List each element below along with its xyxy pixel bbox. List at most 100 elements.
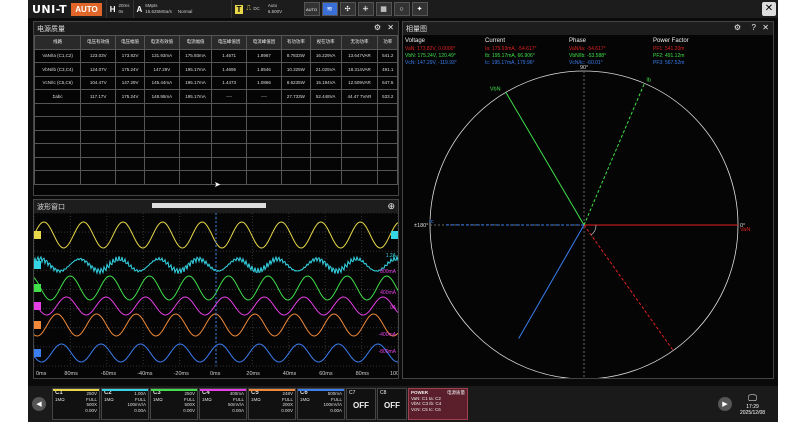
chevron-left-icon[interactable]: ◀ [32,397,46,411]
channel-offset: 0.00A [134,407,146,413]
horizontal-label: H [109,4,116,14]
time-tick-label: 80ms [356,371,370,377]
trigger-settings[interactable]: T ⎍ DC Auto 6.500V [230,0,303,18]
table-cell: 27.733W [280,89,311,104]
channel-impedance: 1MΩ [153,396,163,402]
channel-box-c6[interactable]: C6 500mA 1MΩ FULL 100mV/A 0.00A [297,388,345,420]
time-tick-label: -20ms [174,371,190,377]
angle-label: 90° [580,65,588,71]
table-cell [280,102,311,117]
power-quality-panel: 电源质量 ⚙ ✕ 线路 电压有效值 电压幅值 电流有效值 电流幅值 电压峰值因 电流峰值因有… [33,21,399,196]
math-icon[interactable]: ⁜ [357,2,374,16]
table-cell [377,143,398,158]
help-icon[interactable]: ? [752,23,756,32]
channel-marker[interactable] [34,302,41,310]
waveform-title: 波形窗口 [37,203,65,211]
screen-icon[interactable]: 🖵 [740,393,765,404]
oscilloscope-screen: UNI-T AUTO H 20ms 0s A 5Mpts 15.625MSa/s N… [28,0,778,422]
table-cell [280,129,311,144]
zoom-icon[interactable]: ⊕ [387,201,395,212]
gear-icon[interactable]: ⚙ [374,23,381,32]
table-cell [178,156,213,171]
measure-icon[interactable]: ✣ [339,2,356,16]
table-cell [246,129,282,144]
vector-label: Ic [429,219,434,225]
column-header: 电压幅值 [115,35,145,50]
waveform-mode-icon[interactable]: ≋ [321,2,338,16]
column-header: 电流有效值 [143,35,180,50]
channel-box-c4[interactable]: C4 400mA 1MΩ FULL 50mV/A 0.00A [199,388,247,420]
channel-box-c5[interactable]: C5 248V 1MΩ FULL 200X 0.00V [248,388,296,420]
channel-marker[interactable] [34,231,41,239]
table-cell: 195.17mA [178,75,213,90]
channel-box-c1[interactable]: C1 250V 1MΩ FULL 500X 0.00V [52,388,100,420]
close-icon[interactable]: ✕ [762,23,769,32]
channel-box-c7[interactable]: C7 OFF [346,388,376,420]
table-cell [246,102,282,117]
grid-icon[interactable]: ▦ [375,2,392,16]
brand-logo: UNI-T [32,2,68,16]
circle-icon[interactable]: ○ [393,2,410,16]
channel-color-bar [249,389,295,391]
power-box-row: VcN: C5 Ic: C6 [411,406,441,412]
table-cell [340,102,379,117]
channel-marker[interactable] [34,261,41,269]
table-cell: 123.03V [80,48,117,63]
table-cell: 145.44mA [143,75,180,90]
table-cell [115,129,145,144]
channel-name: C7 [349,390,356,396]
table-cell: 104.47V [80,75,117,90]
table-cell [280,116,311,131]
vector-label: VbN [490,86,501,92]
channel-marker[interactable] [34,284,41,292]
clock: 🖵 17:29 2025/12/08 [740,393,765,416]
table-cell [80,116,117,131]
table-cell: 175.24V [115,89,145,104]
channel-box-c2[interactable]: C2 1.00A 1MΩ FULL 100mV/A 0.00A [101,388,149,420]
channel-marker[interactable] [34,321,41,329]
pin-icon[interactable]: ✦ [411,2,428,16]
waveform-overview-bar[interactable] [152,203,266,208]
table-cell [309,116,342,131]
channel-box-c8[interactable]: C8 OFF [377,388,407,420]
channel-offset: 0.00V [281,407,293,413]
table-cell: 124.07V [80,62,117,77]
axis-label: 1.2A [386,253,397,259]
table-cell [340,143,379,158]
trigger-level-marker[interactable] [391,231,398,239]
power-analysis-box[interactable]: POWER 电源质量 VaN: C1 Ia: C2 VbN: C3 Ib: C4 … [408,388,468,420]
column-header: 电流幅值 [178,35,213,50]
phasor-header: 相量图 ⚙ ? ✕ [403,22,773,35]
time-tick-label: 80ms [64,371,78,377]
chevron-right-icon[interactable]: ▶ [718,397,732,411]
table-cell [115,170,145,185]
close-icon[interactable]: ✕ [762,2,776,16]
horizontal-settings[interactable]: H 20ms 0s [105,0,133,18]
column-header: 功率 [377,35,398,50]
auto-button[interactable]: AUTO [71,2,102,16]
trigger-label: T [234,4,244,14]
waveform-display[interactable]: 1.2A 800mA 400mA 0A -400mA -800mA 0ms 80ms -60ms… [34,213,398,378]
channel-marker[interactable] [34,349,41,357]
table-cell: 18.314VAR [340,62,379,77]
channel-impedance: 1MΩ [251,396,261,402]
channel-box-c3[interactable]: C3 250V 1MΩ FULL 500X 0.00V [150,388,198,420]
gear-icon[interactable]: ⚙ [734,23,741,32]
power-box-title: POWER [411,390,429,395]
channel-color-bar [200,389,246,391]
table-cell: 647.5 [377,75,398,90]
time-tick-label: -40ms [137,371,153,377]
table-cell: 147.29V [115,75,145,90]
close-icon[interactable]: ✕ [387,23,394,32]
channel-offset: 0.00A [232,407,244,413]
table-cell [211,116,248,131]
column-header: 无功功率 [340,35,379,50]
acquire-settings[interactable]: A 5Mpts 15.625MSa/s Normal [132,0,231,18]
table-cell [340,170,379,185]
vcn-vector [518,224,585,339]
table-cell: 8.7833W [280,48,311,63]
auto-icon[interactable]: AUTO [303,2,320,16]
acquire-mode: Normal [177,9,193,14]
table-row [33,156,398,171]
channel-impedance: 1MΩ [104,396,114,402]
